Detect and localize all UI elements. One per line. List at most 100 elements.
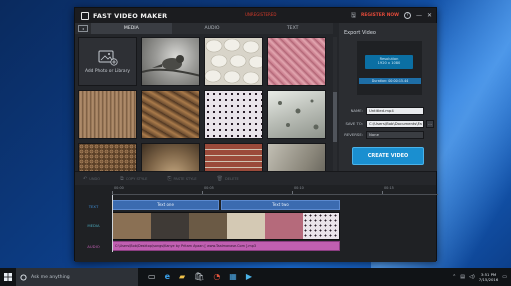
undo-label: UNDO — [89, 176, 101, 181]
media-thumbnail[interactable] — [141, 143, 200, 171]
media-track[interactable] — [112, 212, 340, 240]
reverse-label: REVERSE: — [344, 132, 363, 137]
eggs-photo — [205, 38, 262, 85]
playhead[interactable] — [112, 195, 113, 252]
windows-logo-icon — [4, 273, 12, 281]
search-placeholder: Ask me anything — [31, 274, 70, 280]
media-thumbnail[interactable] — [267, 143, 326, 171]
browse-button[interactable]: … — [426, 119, 434, 128]
paste-style-button[interactable]: ⎘ PASTE STYLE — [167, 176, 196, 182]
bird-photo — [142, 55, 199, 77]
ruler-label: 00:05 — [204, 186, 214, 190]
app-window-icon[interactable]: ▦ — [229, 273, 237, 281]
ruler-tick — [112, 191, 113, 194]
media-thumbnail[interactable] — [141, 90, 200, 139]
save-to-label: SAVE TO: — [345, 121, 363, 126]
notifications-icon[interactable]: ▭ — [502, 274, 507, 280]
register-now-link[interactable]: REGISTER NOW — [361, 13, 399, 18]
export-preview: Resolution 1920 x 1080 Duration: 00:00:1… — [357, 41, 422, 95]
help-icon[interactable]: ? — [403, 12, 411, 19]
tab-bar: ◂ MEDIA AUDIO TEXT — [75, 23, 333, 34]
add-photo-icon — [98, 50, 118, 66]
text-clip[interactable]: Text one — [112, 200, 219, 210]
save-to-row: SAVE TO: C:\Users\Bob\Documents\Fa … — [342, 119, 436, 128]
fast-video-maker-taskbar-icon[interactable]: ▶ — [246, 273, 252, 281]
app-window: FAST VIDEO MAKER UNREGISTERED 🖫 REGISTER… — [74, 7, 438, 262]
close-icon[interactable]: ✕ — [427, 12, 432, 19]
reverse-select[interactable]: None — [366, 130, 424, 139]
save-project-icon[interactable]: 🖫 — [351, 12, 356, 19]
create-video-button[interactable]: CREATE VIDEO — [352, 147, 424, 165]
media-thumbnail[interactable] — [78, 90, 137, 139]
edit-toolbar: ↶ UNDO ⧉ COPY STYLE ⎘ PASTE STYLE 🗑 DELETE — [75, 171, 436, 185]
media-clip[interactable] — [227, 213, 265, 239]
network-icon[interactable]: ▤ — [460, 274, 465, 280]
media-scrollbar-thumb[interactable] — [333, 92, 337, 142]
track-label-audio: AUDIO — [87, 244, 100, 249]
file-explorer-icon[interactable]: ▰ — [179, 273, 185, 281]
media-clip[interactable] — [113, 213, 151, 239]
unregistered-label: UNREGISTERED — [245, 12, 277, 17]
paste-icon: ⎘ — [167, 175, 172, 182]
name-field[interactable]: Untitled.mp4 — [366, 106, 424, 115]
tab-media[interactable]: MEDIA — [91, 23, 172, 34]
clock[interactable]: 3:51 PM 7/15/2016 — [479, 272, 498, 282]
app-logo-icon — [81, 11, 89, 20]
export-panel: Export Video Resolution 1920 x 1080 Dura… — [339, 23, 437, 171]
export-title: Export Video — [344, 30, 376, 36]
add-photo-button[interactable]: Add Photo or Library — [78, 37, 137, 86]
media-grid: Add Photo or Library — [78, 37, 332, 171]
media-clip[interactable] — [151, 213, 189, 239]
resolution-badge: Resolution 1920 x 1080 — [365, 55, 413, 69]
copy-style-label: COPY STYLE — [125, 176, 148, 181]
media-thumbnail[interactable] — [78, 143, 137, 171]
copy-style-button[interactable]: ⧉ COPY STYLE — [120, 176, 147, 182]
reverse-row: REVERSE: None — [342, 130, 436, 139]
edge-icon[interactable]: e — [165, 273, 170, 281]
ruler-label: 00:10 — [294, 186, 304, 190]
chrome-icon[interactable]: ◔ — [213, 273, 220, 281]
media-thumbnail[interactable] — [204, 90, 263, 139]
media-clip[interactable] — [189, 213, 227, 239]
back-icon[interactable]: ◂ — [78, 25, 88, 32]
title-actions: 🖫 REGISTER NOW ? — ✕ — [351, 8, 432, 23]
media-thumbnail[interactable] — [267, 37, 326, 86]
media-clip[interactable] — [265, 213, 303, 239]
cortana-icon — [20, 273, 27, 281]
media-thumbnail[interactable] — [141, 37, 200, 86]
duration-text: Duration: 00:00:15.44 — [359, 78, 421, 84]
media-thumbnail[interactable] — [204, 37, 263, 86]
search-box[interactable]: Ask me anything — [16, 268, 138, 286]
trash-icon: 🗑 — [216, 175, 224, 182]
media-thumbnail[interactable] — [204, 143, 263, 171]
text-clip[interactable]: Text two — [221, 200, 340, 210]
chevron-up-icon[interactable]: ⌃ — [452, 274, 456, 280]
undo-button[interactable]: ↶ UNDO — [83, 176, 100, 182]
delete-button[interactable]: 🗑 DELETE — [217, 176, 239, 182]
start-button[interactable] — [0, 268, 16, 286]
timeline-ruler[interactable]: 00:00 00:05 00:10 00:15 — [112, 186, 438, 195]
track-label-text: TEXT — [88, 204, 99, 209]
ruler-tick — [382, 191, 383, 194]
audio-clip[interactable]: C:\Users\Bob\Desktop\songs\Kanye by Prit… — [112, 241, 340, 251]
media-clip[interactable] — [303, 213, 339, 239]
tab-audio[interactable]: AUDIO — [172, 23, 253, 34]
taskbar-apps: ▭ e ▰ 🛍 ◔ ▦ ▶ — [148, 273, 252, 281]
ruler-tick — [292, 191, 293, 194]
name-row: NAME: Untitled.mp4 — [342, 106, 436, 115]
clock-date: 7/15/2016 — [478, 277, 499, 282]
add-photo-label: Add Photo or Library — [84, 68, 131, 74]
save-to-field[interactable]: C:\Users\Bob\Documents\Fa — [366, 119, 424, 128]
ruler-tick — [202, 191, 203, 194]
undo-icon: ↶ — [83, 175, 88, 182]
store-icon[interactable]: 🛍 — [194, 273, 204, 281]
minimize-icon[interactable]: — — [416, 12, 422, 19]
system-tray: ⌃ ▤ ◁) 3:51 PM 7/15/2016 ▭ — [452, 268, 507, 286]
media-thumbnail[interactable] — [267, 90, 326, 139]
task-view-icon[interactable]: ▭ — [148, 273, 156, 281]
ruler-label: 00:15 — [384, 186, 394, 190]
tab-text[interactable]: TEXT — [252, 23, 333, 34]
volume-icon[interactable]: ◁) — [469, 274, 475, 280]
media-scrollbar[interactable] — [333, 37, 337, 171]
snow-stones-photo — [278, 99, 319, 130]
